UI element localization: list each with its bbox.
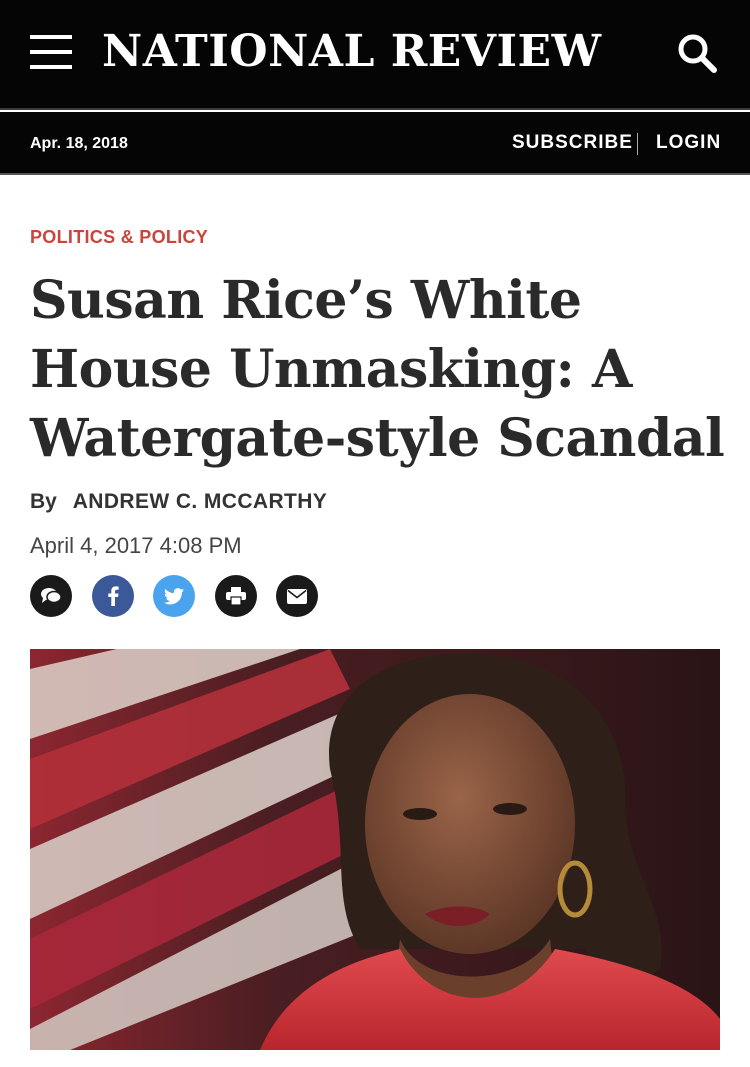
hamburger-menu-icon[interactable]: [30, 35, 74, 73]
email-icon: [287, 588, 307, 604]
subscribe-link[interactable]: SUBSCRIBE: [512, 132, 633, 154]
byline-prefix: By: [30, 490, 57, 513]
twitter-share-button[interactable]: [153, 575, 195, 617]
secondary-header-bar: Apr. 18, 2018 SUBSCRIBE LOGIN: [0, 112, 750, 175]
facebook-icon: [108, 586, 119, 606]
article-byline: By ANDREW C. MCCARTHY: [30, 490, 327, 514]
current-date: Apr. 18, 2018: [30, 135, 128, 152]
header-divider: [637, 133, 638, 155]
article-category-link[interactable]: POLITICS & POLICY: [30, 227, 208, 248]
top-navigation-bar: NATIONAL REVIEW: [0, 0, 750, 110]
site-logo[interactable]: NATIONAL REVIEW: [102, 26, 602, 77]
facebook-share-button[interactable]: [92, 575, 134, 617]
print-button[interactable]: [215, 575, 257, 617]
article-hero-image: [30, 649, 720, 1050]
search-icon[interactable]: [676, 32, 718, 74]
article-headline: Susan Rice’s White House Unmasking: A Wa…: [30, 270, 725, 469]
author-link[interactable]: ANDREW C. MCCARTHY: [73, 490, 328, 513]
print-icon: [226, 587, 246, 605]
twitter-icon: [164, 587, 184, 604]
comment-icon: [41, 588, 62, 604]
comment-button[interactable]: [30, 575, 72, 617]
article-timestamp: April 4, 2017 4:08 PM: [30, 533, 242, 558]
login-link[interactable]: LOGIN: [656, 132, 721, 154]
email-share-button[interactable]: [276, 575, 318, 617]
